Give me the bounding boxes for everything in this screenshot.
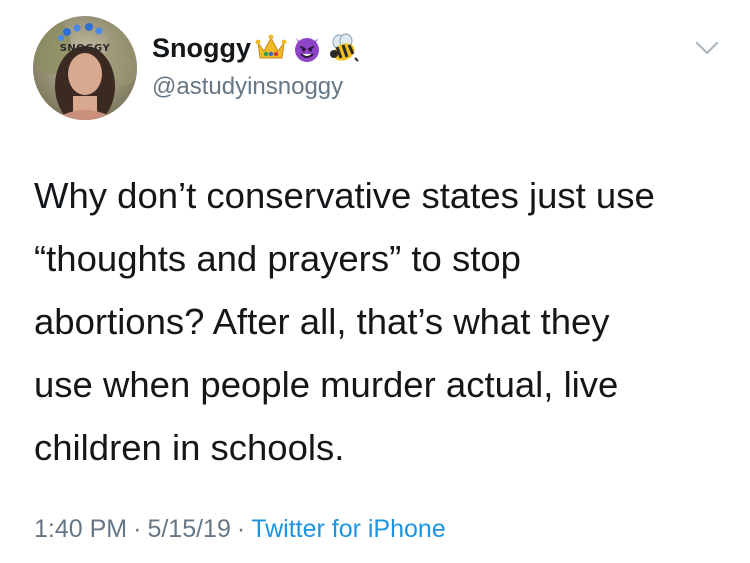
crown-emoji-icon (255, 32, 287, 64)
tweet-source-link[interactable]: Twitter for iPhone (251, 515, 446, 543)
separator-dot: · (133, 515, 142, 543)
tweet-time[interactable]: 1:40 PM (34, 515, 127, 543)
tweet-metadata: 1:40 PM · 5/15/19 · Twitter for iPhone (34, 513, 446, 545)
author-handle[interactable]: @astudyinsnoggy (152, 72, 343, 102)
tweet-date[interactable]: 5/15/19 (147, 515, 230, 543)
tweet-menu-button[interactable] (694, 38, 720, 58)
bee-emoji-icon (327, 32, 359, 64)
avatar[interactable]: SNOGGY (33, 16, 137, 120)
author-row: Snoggy (152, 30, 359, 66)
separator-dot: · (236, 515, 246, 543)
smiling-imp-emoji-icon (291, 32, 323, 64)
avatar-photo-icon (33, 16, 137, 120)
display-name[interactable]: Snoggy (152, 30, 251, 66)
tweet-text: Why don’t conservative states just use “… (34, 175, 655, 468)
chevron-down-icon (695, 41, 719, 55)
avatar-label: SNOGGY (59, 43, 111, 54)
tweet-card: SNOGGY Snoggy @astudyinsnoggy Why don’t … (0, 0, 750, 563)
